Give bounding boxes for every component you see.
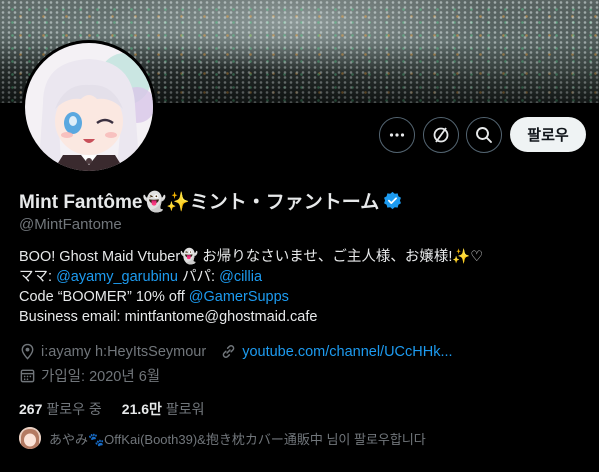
bio-mama-label: ママ: (19, 269, 57, 285)
profile-website-link[interactable]: youtube.com/channel/UCcHHk... (242, 344, 452, 360)
subscribe-button[interactable] (423, 117, 459, 153)
bio-code-text: Code “BOOMER” 10% off (19, 289, 189, 305)
location-icon (21, 343, 34, 360)
bio-line-2: ママ: @ayamy_garubinu パパ: @cillia (19, 267, 483, 287)
sponsor-mention-link[interactable]: @GamerSupps (189, 289, 289, 305)
bio-line-1: BOO! Ghost Maid Vtuber👻 お帰りなさいませ、ご主人様、お嬢… (19, 249, 484, 265)
following-count: 267 (19, 401, 43, 417)
subscribe-icon (433, 127, 449, 143)
search-button[interactable] (466, 117, 502, 153)
profile-bio: BOO! Ghost Maid Vtuber👻 お帰りなさいませ、ご主人様、お嬢… (19, 247, 483, 327)
more-button[interactable] (379, 117, 415, 153)
verified-badge-icon[interactable] (383, 191, 402, 210)
followers-label: 팔로워 (165, 401, 205, 417)
follow-button[interactable]: 팔로우 (510, 117, 586, 152)
followers-count: 21.6만 (121, 401, 162, 417)
following-label: 팔로우 중 (46, 401, 102, 417)
followers-stat[interactable]: 21.6만 팔로워 (122, 399, 205, 419)
profile-meta-row: i:ayamy h:HeyItsSeymour youtube.com/chan… (19, 343, 453, 360)
more-horizontal-icon (389, 133, 405, 137)
follower-avatar (19, 427, 41, 449)
bio-papa-label: パパ: (178, 269, 220, 285)
bio-line-3: Code “BOOMER” 10% off @GamerSupps (19, 287, 483, 307)
search-icon (476, 127, 492, 143)
profile-joined-date: 가입일: 2020년 6월 (41, 369, 161, 385)
profile-handle: @MintFantome (19, 216, 122, 233)
profile-stats: 267 팔로우 중 21.6만 팔로워 (19, 399, 225, 419)
name-row: Mint Fantôme👻✨ミント・ファントーム (19, 187, 402, 214)
followed-by-text: あやみ🐾OffKai(Booth39)&抱き枕カバー通販中 님이 팔로우합니다 (49, 431, 426, 447)
display-name: Mint Fantôme👻✨ミント・ファントーム (19, 192, 380, 213)
calendar-icon (20, 369, 35, 383)
followed-by-row[interactable]: あやみ🐾OffKai(Booth39)&抱き枕カバー通販中 님이 팔로우합니다 (19, 427, 426, 449)
bio-line-4: Business email: mintfantome@ghostmaid.ca… (19, 309, 318, 325)
following-stat[interactable]: 267 팔로우 중 (19, 399, 102, 419)
link-icon (222, 345, 235, 358)
mama-mention-link[interactable]: @ayamy_garubinu (56, 269, 178, 285)
profile-location: i:ayamy h:HeyItsSeymour (41, 343, 207, 360)
papa-mention-link[interactable]: @cillia (219, 269, 262, 285)
profile-joined-row: 가입일: 2020년 6월 (19, 365, 160, 386)
profile-avatar[interactable] (22, 40, 156, 174)
